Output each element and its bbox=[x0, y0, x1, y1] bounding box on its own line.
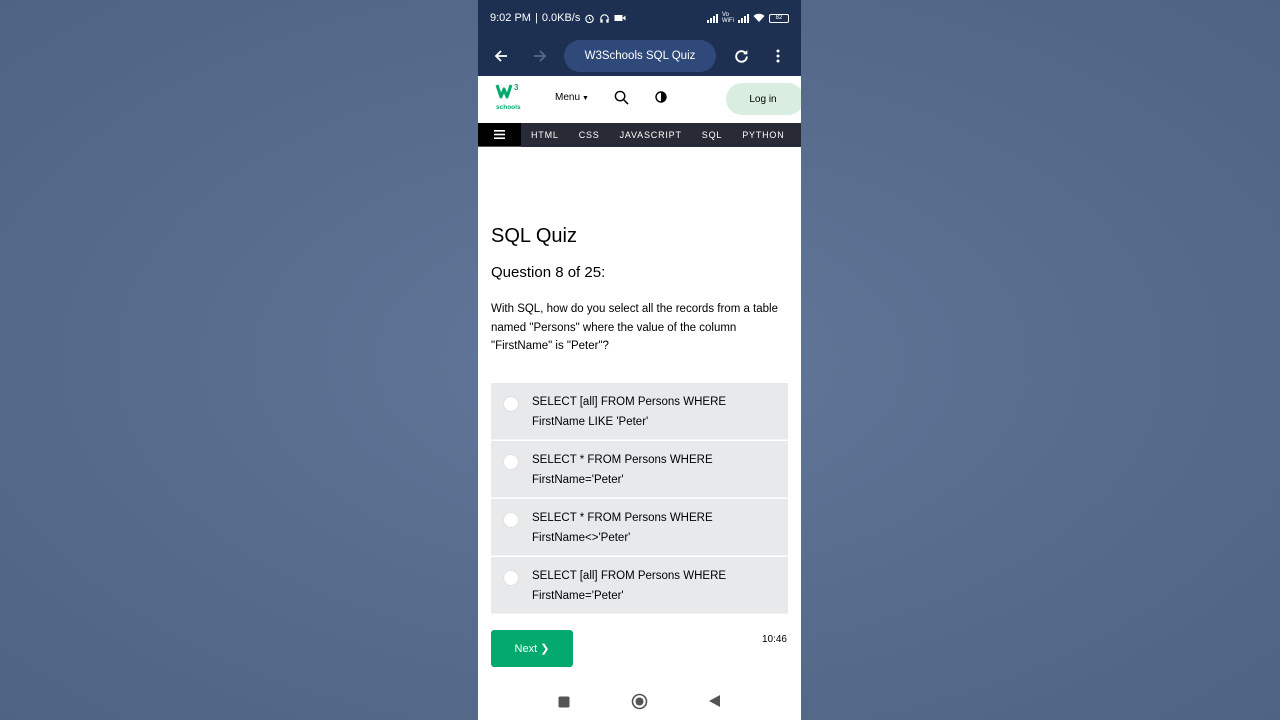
radio-button[interactable] bbox=[503, 511, 519, 528]
status-bar: 9:02 PM | 0.0KB/s Vo WiFi 82 bbox=[478, 0, 801, 36]
answer-option[interactable]: SELECT * FROM Persons WHERE FirstName='P… bbox=[491, 440, 788, 498]
reload-button[interactable] bbox=[728, 43, 754, 69]
arrow-left-icon bbox=[494, 50, 507, 62]
radio-button[interactable] bbox=[503, 453, 519, 470]
search-icon bbox=[614, 90, 629, 105]
contrast-icon bbox=[655, 91, 667, 103]
question-text: With SQL, how do you select all the reco… bbox=[491, 303, 778, 352]
more-vert-icon bbox=[776, 49, 780, 63]
login-label: Log in bbox=[749, 93, 777, 105]
menu-button[interactable]: Menu ▼ bbox=[555, 92, 589, 103]
search-button[interactable] bbox=[614, 90, 629, 110]
battery-icon: 82 bbox=[769, 13, 789, 23]
topnav-item-css[interactable]: CSS bbox=[569, 130, 610, 140]
radio-button[interactable] bbox=[503, 569, 519, 586]
wifi-icon bbox=[753, 13, 765, 22]
w3-logo-icon: 3 bbox=[495, 83, 519, 99]
hamburger-icon bbox=[494, 130, 505, 139]
battery-level: 82 bbox=[775, 15, 783, 21]
login-button[interactable]: Log in bbox=[726, 83, 801, 115]
android-nav-bar bbox=[478, 682, 801, 720]
back-nav-button[interactable] bbox=[708, 694, 721, 713]
caret-down-icon: ▼ bbox=[582, 95, 589, 102]
w3schools-logo[interactable]: 3 schools bbox=[495, 82, 525, 111]
answer-option-label: SELECT [all] FROM Persons WHERE FirstNam… bbox=[532, 569, 727, 603]
forward-button[interactable] bbox=[527, 43, 553, 69]
site-header: 3 schools Menu ▼ Log in bbox=[478, 76, 801, 123]
status-separator: | bbox=[534, 12, 538, 24]
triangle-back-icon bbox=[709, 695, 720, 707]
url-title: W3Schools SQL Quiz bbox=[584, 50, 696, 62]
answer-option-label: SELECT * FROM Persons WHERE FirstName='P… bbox=[532, 453, 713, 487]
browser-toolbar: W3Schools SQL Quiz bbox=[478, 36, 801, 76]
answer-option[interactable]: SELECT [all] FROM Persons WHERE FirstNam… bbox=[491, 382, 788, 440]
phone-screen: 9:02 PM | 0.0KB/s Vo WiFi 82 W3Schools S… bbox=[478, 0, 801, 720]
square-icon bbox=[558, 696, 570, 708]
answer-option-label: SELECT * FROM Persons WHERE FirstName<>'… bbox=[532, 511, 713, 545]
headphones-icon bbox=[600, 13, 610, 23]
status-speed: 0.0KB/s bbox=[541, 12, 581, 24]
answer-options: SELECT [all] FROM Persons WHERE FirstNam… bbox=[491, 382, 788, 614]
signal-icon bbox=[707, 13, 718, 23]
topnav-item-sql[interactable]: SQL bbox=[692, 130, 732, 140]
topnav-item-javascript[interactable]: JAVASCRIPT bbox=[610, 130, 692, 140]
back-button[interactable] bbox=[488, 43, 514, 69]
dark-mode-toggle[interactable] bbox=[655, 90, 667, 108]
hamburger-button[interactable] bbox=[478, 123, 521, 147]
signal-icon-2 bbox=[738, 13, 749, 23]
svg-text:3: 3 bbox=[514, 83, 519, 92]
vowifi-label: Vo WiFi bbox=[722, 12, 734, 24]
video-icon bbox=[614, 15, 626, 21]
answer-option[interactable]: SELECT [all] FROM Persons WHERE FirstNam… bbox=[491, 556, 788, 614]
next-label: Next ❯ bbox=[514, 642, 550, 655]
radio-button[interactable] bbox=[503, 395, 519, 412]
topnav-item-python[interactable]: PYTHON bbox=[732, 130, 794, 140]
logo-text: schools bbox=[496, 104, 521, 111]
alarm-icon bbox=[585, 14, 595, 23]
home-circle-icon bbox=[631, 693, 648, 710]
menu-label: Menu bbox=[555, 92, 581, 103]
question-number: Question 8 of 25: bbox=[491, 264, 606, 281]
recents-button[interactable] bbox=[558, 695, 570, 713]
reload-icon bbox=[734, 49, 748, 63]
arrow-right-icon bbox=[534, 50, 547, 62]
answer-option[interactable]: SELECT * FROM Persons WHERE FirstName<>'… bbox=[491, 498, 788, 556]
answer-option-label: SELECT [all] FROM Persons WHERE FirstNam… bbox=[532, 395, 727, 429]
page-title: SQL Quiz bbox=[491, 225, 577, 247]
topnav: HTML CSS JAVASCRIPT SQL PYTHON bbox=[478, 123, 801, 147]
url-bar[interactable]: W3Schools SQL Quiz bbox=[564, 40, 716, 72]
quiz-content: SQL Quiz Question 8 of 25: With SQL, how… bbox=[478, 225, 801, 690]
quiz-timer: 10:46 bbox=[761, 633, 787, 645]
home-button[interactable] bbox=[631, 693, 648, 715]
status-time: 9:02 PM bbox=[490, 12, 531, 24]
more-menu-button[interactable] bbox=[765, 43, 791, 69]
next-button[interactable]: Next ❯ bbox=[491, 629, 573, 667]
topnav-item-html[interactable]: HTML bbox=[521, 130, 569, 140]
quiz-footer: Next ❯ 10:46 bbox=[491, 629, 788, 690]
